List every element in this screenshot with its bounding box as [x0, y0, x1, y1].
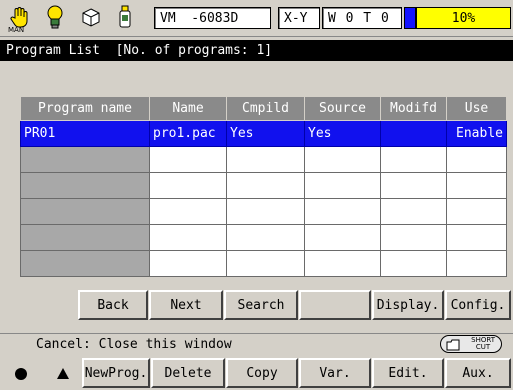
delete-button[interactable]: Delete [151, 358, 225, 388]
table-cell[interactable] [20, 146, 150, 173]
table-cell[interactable] [20, 250, 150, 277]
col-name[interactable]: Name [149, 96, 227, 121]
table-cell[interactable] [446, 224, 507, 251]
table-cell[interactable] [446, 198, 507, 225]
lightbulb-icon[interactable] [42, 4, 68, 30]
col-program-name[interactable]: Program name [20, 96, 150, 121]
table-cell[interactable] [149, 146, 227, 173]
axis-field[interactable]: X-Y [278, 7, 320, 29]
program-list-screen: MAN VM -6083D X-Y W 0 T 0 10% Program Li… [0, 0, 513, 390]
table-cell[interactable] [149, 172, 227, 199]
table-cell[interactable] [380, 224, 447, 251]
table-cell[interactable]: Yes [304, 120, 381, 147]
folder-icon [446, 339, 460, 351]
table-cell[interactable] [149, 224, 227, 251]
table-cell[interactable] [380, 120, 447, 147]
table-cell[interactable]: Yes [226, 120, 305, 147]
table-cell[interactable] [226, 146, 305, 173]
col-cmpild[interactable]: Cmpild [226, 96, 305, 121]
col-modifd[interactable]: Modifd [380, 96, 447, 121]
table-cell[interactable] [226, 250, 305, 277]
table-cell[interactable] [304, 224, 381, 251]
table-cell[interactable] [226, 172, 305, 199]
table-cell[interactable] [20, 224, 150, 251]
program-table: Program name Name Cmpild Source Modifd U… [20, 96, 507, 277]
table-cell[interactable] [20, 172, 150, 199]
table-cell[interactable]: pro1.pac [149, 120, 227, 147]
table-cell[interactable] [304, 198, 381, 225]
newprog-button[interactable]: NewProg. [82, 358, 150, 388]
table-cell[interactable] [446, 172, 507, 199]
copy-button[interactable]: Copy [226, 358, 298, 388]
coord-field[interactable]: W 0 T 0 [322, 7, 402, 29]
table-cell[interactable] [304, 146, 381, 173]
table-cell[interactable] [304, 250, 381, 277]
machine-field[interactable]: VM -6083D [154, 7, 271, 29]
table-row[interactable] [20, 224, 507, 251]
table-cell[interactable] [304, 172, 381, 199]
table-row[interactable] [20, 250, 507, 277]
table-cell[interactable] [226, 198, 305, 225]
table-cell[interactable] [380, 172, 447, 199]
shortcut-line2: CUT [475, 343, 491, 351]
col-source[interactable]: Source [304, 96, 381, 121]
display-button[interactable]: Display. [372, 290, 444, 320]
window-title: Program List [No. of programs: 1] [0, 40, 513, 61]
record-icon[interactable] [15, 368, 27, 380]
message-bar: Cancel: Close this window [0, 333, 513, 355]
table-cell[interactable] [149, 198, 227, 225]
table-cell[interactable] [380, 250, 447, 277]
man-label: MAN [8, 26, 25, 34]
progress-fill [404, 7, 416, 29]
table-row[interactable] [20, 146, 507, 173]
progress-field: 10% [416, 7, 511, 29]
up-arrow-icon[interactable] [57, 368, 69, 379]
cube-icon[interactable] [78, 4, 104, 30]
table-row[interactable] [20, 172, 507, 199]
table-cell[interactable] [380, 198, 447, 225]
next-button[interactable]: Next [149, 290, 223, 320]
table-header-row: Program name Name Cmpild Source Modifd U… [20, 96, 507, 121]
var-button[interactable]: Var. [299, 358, 371, 388]
config-button[interactable]: Config. [445, 290, 511, 320]
search-button[interactable]: Search [224, 290, 298, 320]
table-cell[interactable] [446, 146, 507, 173]
table-row[interactable]: PR01 pro1.pac Yes Yes Enable [20, 120, 507, 147]
table-row[interactable] [20, 198, 507, 225]
table-cell[interactable]: PR01 [20, 120, 150, 147]
table-cell[interactable] [226, 224, 305, 251]
status-bar: MAN VM -6083D X-Y W 0 T 0 10% [0, 0, 513, 37]
back-button[interactable]: Back [78, 290, 148, 320]
bottom-toolbar: NewProg. Delete Copy Var. Edit. Aux. [0, 356, 513, 390]
table-cell[interactable] [149, 250, 227, 277]
table-cell[interactable]: Enable [446, 120, 507, 147]
edit-button[interactable]: Edit. [372, 358, 444, 388]
col-use[interactable]: Use [446, 96, 507, 121]
table-cell[interactable] [446, 250, 507, 277]
aux-button[interactable]: Aux. [445, 358, 511, 388]
table-cell[interactable] [20, 198, 150, 225]
table-cell[interactable] [380, 146, 447, 173]
blank-button[interactable] [299, 290, 371, 320]
bottle-icon[interactable] [112, 4, 138, 30]
shortcut-button[interactable]: SHORT CUT [440, 335, 502, 353]
